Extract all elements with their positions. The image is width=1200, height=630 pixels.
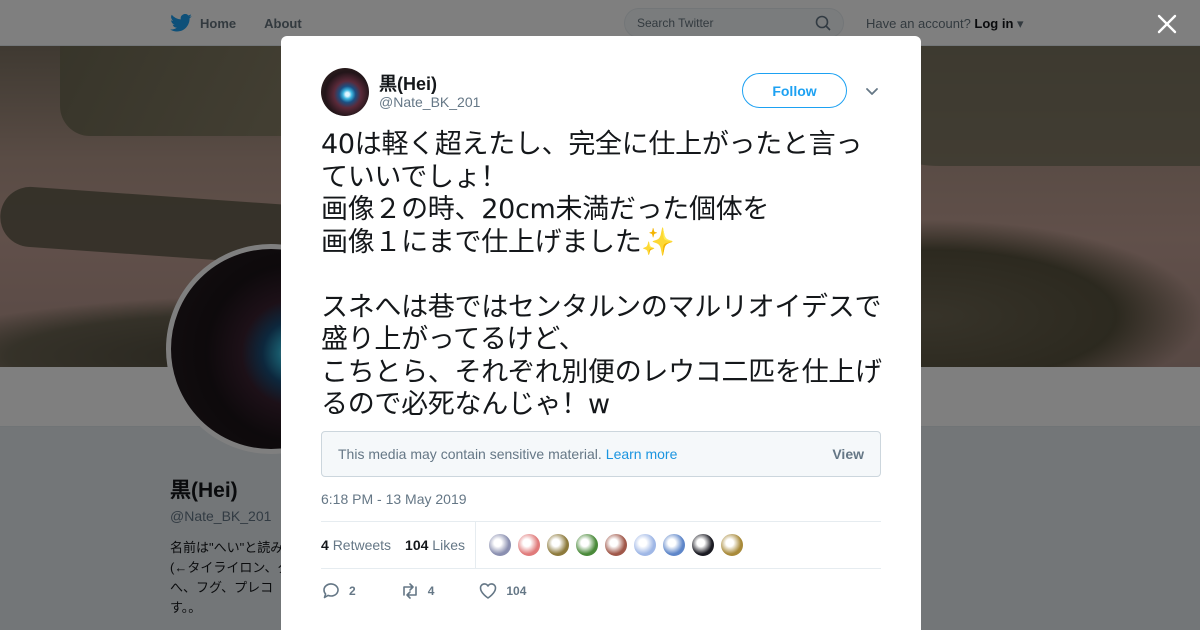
- likes-count: 104: [405, 537, 429, 553]
- tweet-actions: 2 4 104: [321, 581, 570, 601]
- engagement-counts: 4 Retweets 104 Likes: [321, 522, 476, 568]
- author-name[interactable]: 黒(Hei): [379, 70, 437, 96]
- follow-button[interactable]: Follow: [742, 73, 847, 108]
- close-icon[interactable]: [1155, 12, 1179, 36]
- liker-avatar[interactable]: [690, 533, 715, 557]
- learn-more-link[interactable]: Learn more: [606, 446, 678, 462]
- tweet-text-part2: スネへは巷ではセンタルンのマルリオイデスで盛り上がってるけど、 こちとら、それぞ…: [321, 291, 882, 421]
- liker-avatar[interactable]: [516, 533, 541, 557]
- like-action[interactable]: 104: [478, 581, 526, 601]
- author-avatar[interactable]: [321, 68, 369, 116]
- liker-avatar[interactable]: [487, 533, 512, 557]
- tweet-modal: 黒(Hei) @Nate_BK_201 Follow 40は軽く超えたし、完全に…: [281, 36, 921, 630]
- author-handle[interactable]: @Nate_BK_201: [379, 94, 480, 110]
- liker-avatars: [487, 533, 744, 557]
- sensitive-media-notice: This media may contain sensitive materia…: [321, 431, 881, 477]
- reply-count: 2: [349, 584, 356, 598]
- liker-avatar[interactable]: [632, 533, 657, 557]
- retweet-action[interactable]: 4: [400, 581, 435, 601]
- like-count: 104: [506, 584, 527, 598]
- likes-stat[interactable]: 104 Likes: [405, 537, 465, 553]
- view-media-button[interactable]: View: [832, 446, 864, 462]
- reply-action[interactable]: 2: [321, 581, 356, 601]
- likes-label: Likes: [432, 537, 465, 553]
- tweet-text-part1: 40は軽く超えたし、完全に仕上がったと言っていいでしょ！ 画像２の時、20cm未…: [321, 129, 863, 258]
- reply-icon[interactable]: [321, 581, 341, 601]
- liker-avatar[interactable]: [545, 533, 570, 557]
- liker-avatar[interactable]: [661, 533, 686, 557]
- tweet-stats: 4 Retweets 104 Likes: [321, 521, 881, 569]
- sensitive-notice-text: This media may contain sensitive materia…: [338, 446, 602, 462]
- heart-icon[interactable]: [478, 581, 498, 601]
- liker-avatar[interactable]: [719, 533, 744, 557]
- retweets-stat[interactable]: 4 Retweets: [321, 537, 391, 553]
- tweet-text: 40は軽く超えたし、完全に仕上がったと言っていいでしょ！ 画像２の時、20cm未…: [321, 129, 883, 422]
- retweet-count: 4: [427, 584, 435, 598]
- sparkles-emoji-icon: ✨: [641, 226, 675, 258]
- chevron-down-icon[interactable]: [865, 84, 879, 98]
- liker-avatar[interactable]: [603, 533, 628, 557]
- retweets-count: 4: [321, 537, 329, 553]
- retweets-label: Retweets: [332, 537, 392, 553]
- tweet-timestamp[interactable]: 6:18 PM - 13 May 2019: [321, 491, 467, 507]
- retweet-icon[interactable]: [400, 581, 420, 601]
- liker-avatar[interactable]: [574, 533, 599, 557]
